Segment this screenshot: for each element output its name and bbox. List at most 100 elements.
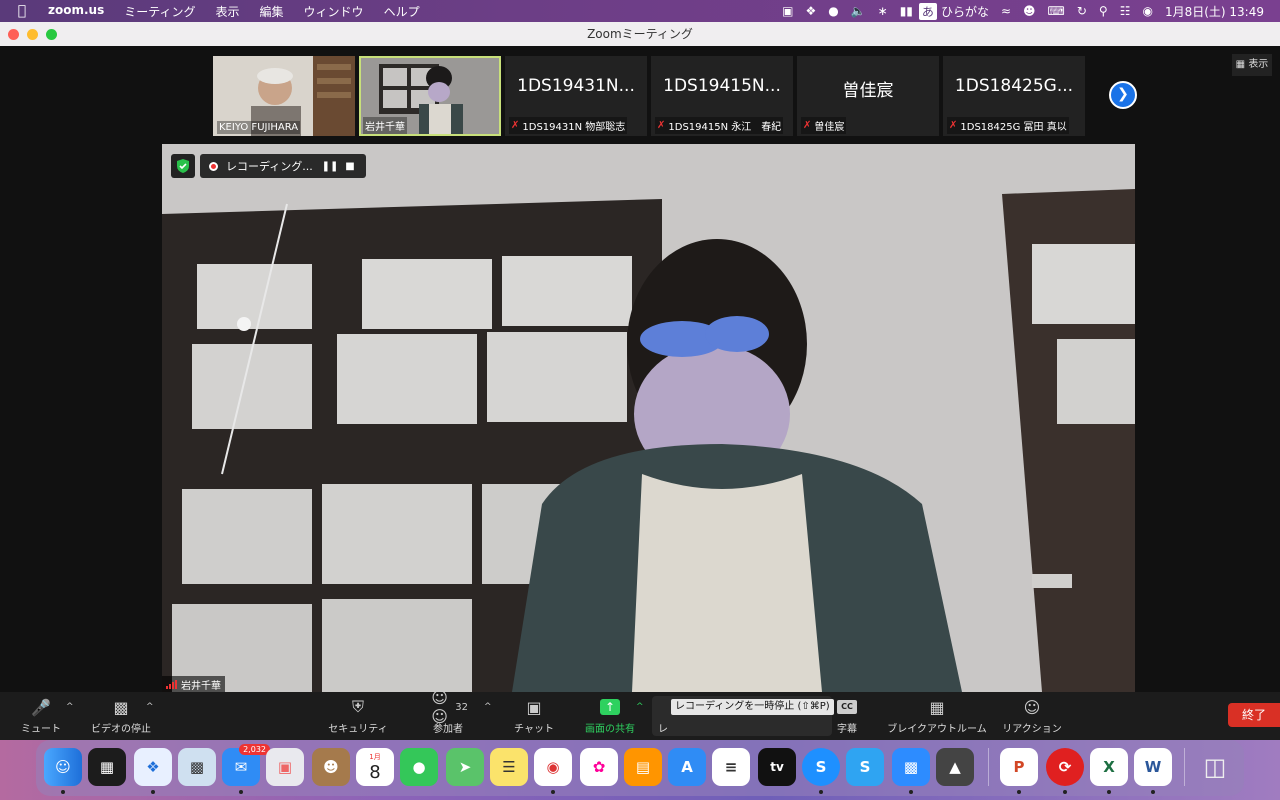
speaker-video-frame bbox=[162, 144, 1135, 692]
books-icon[interactable]: ▤ bbox=[624, 748, 662, 786]
input-mode-label[interactable]: ひらがな bbox=[941, 3, 995, 20]
menu-meeting[interactable]: ミーティング bbox=[114, 3, 205, 20]
pause-recording-button[interactable]: ❚❚ bbox=[320, 161, 340, 172]
stop-recording-button[interactable]: ■ bbox=[340, 161, 360, 172]
keyboard-icon[interactable]: ⌨ bbox=[1042, 4, 1071, 18]
view-label: 表示 bbox=[1248, 59, 1269, 70]
next-page-button[interactable]: ❯ bbox=[1109, 81, 1137, 109]
participants-icon: ☺☺ 32 bbox=[431, 688, 468, 726]
share-options-chevron-icon[interactable]: ^ bbox=[636, 702, 644, 712]
skype-for-business-icon[interactable]: S bbox=[846, 748, 884, 786]
clock-datetime[interactable]: 1月8日(土) 13:49 bbox=[1159, 3, 1270, 20]
participant-tile[interactable]: 曽佳宸 ✗ 曽佳宸 bbox=[797, 56, 939, 136]
photos-icon[interactable]: ✿ bbox=[580, 748, 618, 786]
time-machine-icon[interactable]: ↻ bbox=[1071, 4, 1093, 18]
participant-tile-active[interactable]: 岩井千華 bbox=[359, 56, 501, 136]
powerpoint-icon[interactable]: P bbox=[1000, 748, 1038, 794]
skype-icon[interactable]: S bbox=[802, 748, 840, 794]
menu-help[interactable]: ヘルプ bbox=[374, 3, 430, 20]
shield-icon bbox=[177, 159, 189, 173]
participants-button[interactable]: ☺☺ 32 参加者 bbox=[428, 688, 468, 735]
battery-icon[interactable]: ▮▮ bbox=[894, 4, 919, 18]
zoom-status-icon[interactable]: ▣ bbox=[776, 4, 799, 18]
participant-tile[interactable]: 1DS19415N... ✗ 1DS19415N 永江 春紀 bbox=[651, 56, 793, 136]
zoom-window-button[interactable] bbox=[46, 29, 57, 40]
captions-button[interactable]: CC 字幕 bbox=[834, 696, 860, 735]
preview-icon[interactable]: ▩ bbox=[178, 748, 216, 786]
meeting-content: KEIYO FUJIHARA 岩井千華 1DS19431N... ✗ 1DS19… bbox=[0, 46, 1280, 692]
trash-icon[interactable]: ◫ bbox=[1196, 748, 1234, 786]
breakout-rooms-button[interactable]: ▦ ブレイクアウトルーム bbox=[886, 696, 988, 736]
norton-icon[interactable]: ● bbox=[822, 4, 844, 18]
closed-captions-icon: CC bbox=[834, 696, 860, 718]
control-center-icon[interactable]: ☷ bbox=[1114, 4, 1137, 18]
mic-muted-icon: ✗ bbox=[803, 120, 812, 131]
menu-view[interactable]: 表示 bbox=[206, 3, 250, 20]
captions-label: 字幕 bbox=[837, 724, 857, 735]
chat-button[interactable]: ▣ チャット bbox=[512, 696, 556, 736]
end-meeting-button[interactable]: 終了 bbox=[1228, 703, 1280, 727]
participant-caption: ✗ 1DS19431N 物部聡志 bbox=[509, 117, 628, 134]
participant-caption: ✗ 1DS19415N 永江 春紀 bbox=[655, 117, 784, 134]
apple-menu-icon[interactable]:  bbox=[0, 3, 44, 19]
spotlight-search-icon[interactable]: ⚲ bbox=[1093, 4, 1114, 18]
close-window-button[interactable] bbox=[8, 29, 19, 40]
security-button[interactable]: ⛨ セキュリティ bbox=[326, 696, 390, 735]
menu-edit[interactable]: 編集 bbox=[250, 3, 294, 20]
calendar-month: 1月 bbox=[369, 752, 381, 761]
participant-tile[interactable]: 1DS19431N... ✗ 1DS19431N 物部聡志 bbox=[505, 56, 647, 136]
safari-icon[interactable]: ❖ bbox=[134, 748, 172, 794]
dropbox-icon[interactable]: ❖ bbox=[799, 4, 822, 18]
volume-icon[interactable]: 🔈 bbox=[845, 4, 872, 18]
menu-window[interactable]: ウィンドウ bbox=[294, 3, 374, 20]
mute-button[interactable]: 🎤 ミュート bbox=[18, 696, 64, 736]
menu-app-name[interactable]: zoom.us bbox=[44, 3, 114, 20]
excel-icon[interactable]: X bbox=[1090, 748, 1128, 794]
finder-icon[interactable]: ☺ bbox=[44, 748, 82, 794]
word-icon[interactable]: W bbox=[1134, 748, 1172, 794]
photo-booth-icon[interactable]: ◉ bbox=[534, 748, 572, 794]
user-icon[interactable]: ☻ bbox=[1017, 4, 1042, 18]
apple-tv-icon[interactable]: tv bbox=[758, 748, 796, 786]
security-shield-icon[interactable] bbox=[171, 154, 195, 178]
calendar-icon[interactable]: 1月 8 bbox=[356, 748, 394, 786]
participant-display-name: 1DS19415N... bbox=[663, 76, 781, 96]
messages-icon[interactable]: ● bbox=[400, 748, 438, 786]
mic-muted-icon: ✗ bbox=[511, 120, 520, 131]
siri-icon[interactable]: ◉ bbox=[1136, 4, 1158, 18]
launchpad-icon[interactable]: ▣ bbox=[266, 748, 304, 786]
mission-control-icon[interactable]: ▦ bbox=[88, 748, 126, 786]
mute-label: ミュート bbox=[21, 724, 61, 735]
stop-video-button[interactable]: ▩ ビデオの停止 bbox=[88, 696, 154, 736]
participant-tile[interactable]: KEIYO FUJIHARA bbox=[213, 56, 355, 136]
mic-muted-icon: ✗ bbox=[657, 120, 666, 131]
participant-display-name: 1DS18425G... bbox=[954, 76, 1074, 96]
reminders-icon[interactable]: ≡ bbox=[712, 748, 750, 786]
app-store-icon[interactable]: A bbox=[668, 748, 706, 786]
participants-options-chevron-icon[interactable]: ^ bbox=[484, 702, 492, 712]
participant-tile[interactable]: 1DS18425G... ✗ 1DS18425G 冨田 真以 bbox=[943, 56, 1085, 136]
zoom-icon[interactable]: ▩ bbox=[892, 748, 930, 794]
participant-strip: KEIYO FUJIHARA 岩井千華 1DS19431N... ✗ 1DS19… bbox=[213, 56, 1085, 136]
contacts-icon[interactable]: ☻ bbox=[312, 748, 350, 786]
wifi-icon[interactable]: ≈ bbox=[995, 4, 1017, 18]
tv-label: tv bbox=[770, 760, 784, 774]
audio-options-chevron-icon[interactable]: ^ bbox=[66, 702, 74, 712]
notes-icon[interactable]: ☰ bbox=[490, 748, 528, 786]
minimize-window-button[interactable] bbox=[27, 29, 38, 40]
video-options-chevron-icon[interactable]: ^ bbox=[146, 702, 154, 712]
participant-caption: ✗ 曽佳宸 bbox=[801, 117, 847, 134]
grid-icon: ▦ bbox=[1235, 59, 1246, 70]
input-mode-icon[interactable]: あ bbox=[918, 2, 937, 20]
trend-micro-icon[interactable]: ⟳ bbox=[1046, 748, 1084, 794]
maps-icon[interactable]: ➤ bbox=[446, 748, 484, 786]
share-screen-button[interactable]: ↑ 画面の共有 bbox=[584, 696, 636, 735]
reactions-button[interactable]: ☺ リアクション bbox=[1000, 696, 1064, 736]
participant-name: 1DS19431N 物部聡志 bbox=[522, 122, 626, 133]
google-drive-icon[interactable]: ▲ bbox=[936, 748, 974, 786]
microphone-icon: 🎤 bbox=[31, 697, 51, 717]
mail-icon[interactable]: ✉ 2,032 bbox=[222, 744, 270, 794]
dock: ☺ ▦ ❖ ▩ ✉ 2,032 ▣ ☻ 1月 8 ● ➤ ☰ ◉ ✿ ▤ A ≡ t… bbox=[36, 740, 1244, 796]
bluetooth-icon[interactable]: ∗ bbox=[872, 4, 894, 18]
view-button[interactable]: ▦ 表示 bbox=[1232, 54, 1272, 76]
